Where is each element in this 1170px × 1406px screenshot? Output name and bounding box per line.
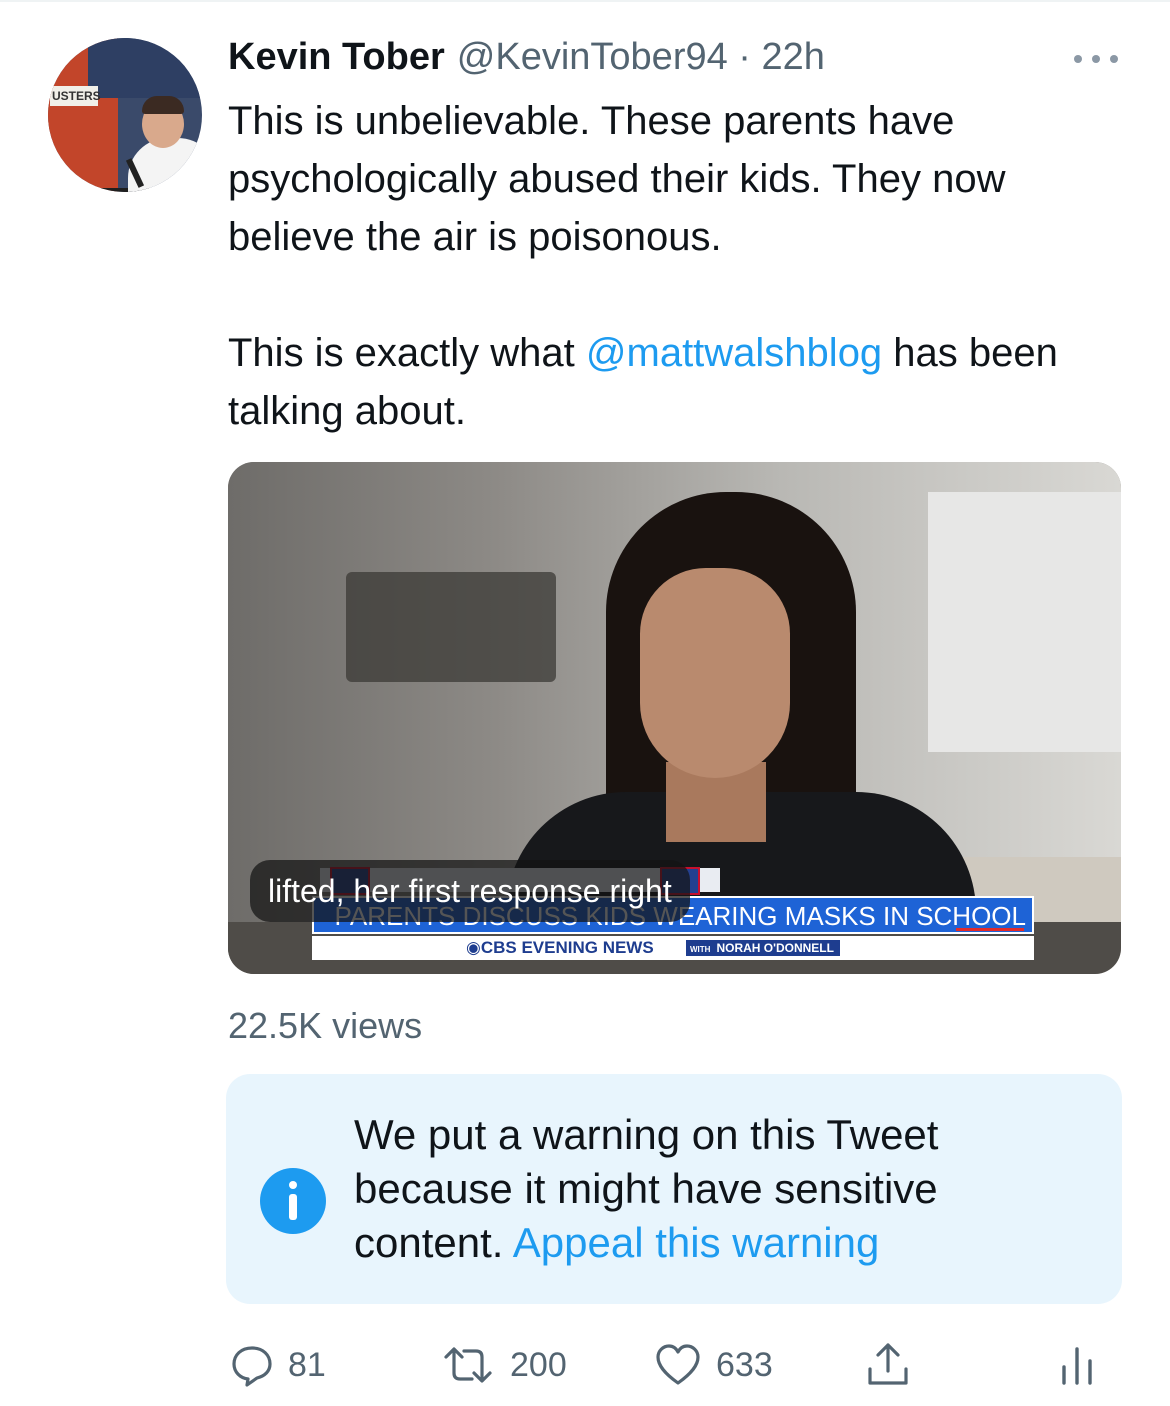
network-logo-text: ◉CBS EVENING NEWS xyxy=(466,938,654,957)
video-bookshelf xyxy=(346,572,556,682)
info-icon xyxy=(260,1168,326,1234)
lower-third-strip xyxy=(312,936,1034,960)
avatar[interactable]: USTERS xyxy=(48,38,202,192)
tweet-action-bar: 81 200 633 xyxy=(0,1330,1170,1400)
handle-and-timestamp[interactable]: @KevinTober94 · 22h xyxy=(457,36,825,79)
sensitive-content-warning: We put a warning on this Tweet because i… xyxy=(226,1074,1122,1304)
mention-link[interactable]: @mattwalshblog xyxy=(586,331,882,375)
video-player[interactable]: PARENTS DISCUSS KIDS WEARING MASKS IN SC… xyxy=(228,462,1121,974)
like-button[interactable]: 633 xyxy=(654,1330,773,1400)
retweet-icon xyxy=(444,1347,492,1383)
tweet-header: Kevin Tober @KevinTober94 · 22h xyxy=(228,36,825,88)
tweet-paragraph-2: This is exactly what @mattwalshblog has … xyxy=(228,324,1128,440)
anchor-prefix: WITH xyxy=(690,945,711,954)
retweet-count: 200 xyxy=(510,1345,567,1384)
analytics-button[interactable] xyxy=(1058,1330,1098,1400)
analytics-icon xyxy=(1062,1347,1092,1385)
video-window xyxy=(928,492,1121,752)
appeal-warning-link[interactable]: Appeal this warning xyxy=(513,1219,880,1266)
video-subject-face xyxy=(640,568,790,778)
view-count: 22.5K views xyxy=(228,1005,423,1046)
headline-underline xyxy=(956,928,1024,931)
share-icon xyxy=(868,1343,908,1385)
tweet-paragraph-1: This is unbelievable. These parents have… xyxy=(228,99,1006,259)
reply-count: 81 xyxy=(288,1345,326,1384)
tweet-text: This is unbelievable. These parents have… xyxy=(228,92,1128,440)
avatar-backdrop-top xyxy=(88,38,202,98)
anchor-badge: WITH NORAH O'DONNELL xyxy=(686,940,840,956)
tweet-text-before-mention: This is exactly what xyxy=(228,331,586,375)
avatar-sign-text: USTERS xyxy=(50,86,101,106)
display-name[interactable]: Kevin Tober xyxy=(228,36,445,79)
warning-message: We put a warning on this Tweet because i… xyxy=(354,1108,1094,1270)
video-caption: lifted, her first response right xyxy=(250,860,690,922)
more-options-icon[interactable] xyxy=(1074,52,1120,66)
like-icon xyxy=(656,1344,700,1385)
reply-icon xyxy=(232,1346,272,1387)
like-count: 633 xyxy=(716,1345,773,1384)
top-divider xyxy=(0,0,1170,2)
retweet-button[interactable]: 200 xyxy=(440,1330,567,1400)
anchor-name: NORAH O'DONNELL xyxy=(716,941,834,955)
share-button[interactable] xyxy=(864,1330,912,1400)
avatar-person-hair xyxy=(142,96,184,114)
reply-button[interactable]: 81 xyxy=(230,1330,326,1400)
